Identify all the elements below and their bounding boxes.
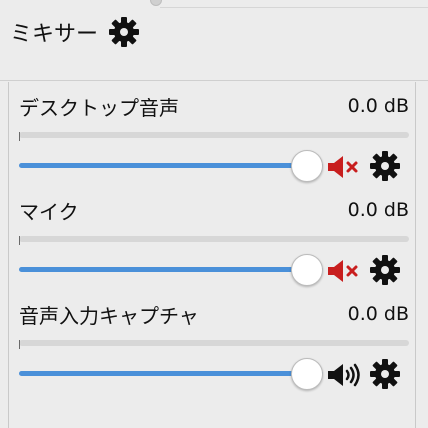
gear-icon[interactable] bbox=[369, 150, 401, 182]
channel-audio-input-capture: 音声入力キャプチャ 0.0 dB bbox=[9, 300, 417, 400]
channel-db-value: 0.0 dB bbox=[347, 303, 409, 325]
channel-mic: マイク 0.0 dB bbox=[9, 196, 417, 296]
header-divider bbox=[0, 80, 428, 81]
window-knob bbox=[150, 0, 162, 6]
speaker-muted-icon[interactable] bbox=[327, 152, 361, 182]
window-top-edge bbox=[160, 7, 428, 8]
volume-meter bbox=[19, 340, 409, 346]
channel-db-value: 0.0 dB bbox=[347, 199, 409, 221]
meter-tick bbox=[19, 236, 20, 245]
mixer-window: ミキサー デスクトップ音声 0.0 dB マイク 0.0 dB 音声入力キャプチ… bbox=[0, 0, 428, 428]
gear-icon[interactable] bbox=[369, 254, 401, 286]
gear-icon[interactable] bbox=[369, 358, 401, 390]
slider-thumb[interactable] bbox=[291, 254, 323, 286]
volume-slider[interactable] bbox=[19, 358, 323, 390]
channel-label: 音声入力キャプチャ bbox=[19, 304, 199, 328]
slider-track bbox=[19, 371, 323, 376]
channel-desktop-audio: デスクトップ音声 0.0 dB bbox=[9, 92, 417, 192]
volume-slider[interactable] bbox=[19, 254, 323, 286]
meter-tick bbox=[19, 340, 20, 349]
speaker-muted-icon[interactable] bbox=[327, 256, 361, 286]
mixer-panel: デスクトップ音声 0.0 dB マイク 0.0 dB 音声入力キャプチャ 0.0… bbox=[8, 82, 416, 428]
slider-track bbox=[19, 267, 323, 272]
volume-slider[interactable] bbox=[19, 150, 323, 182]
slider-thumb[interactable] bbox=[291, 358, 323, 390]
channel-label: デスクトップ音声 bbox=[19, 96, 179, 120]
slider-track bbox=[19, 163, 323, 168]
mixer-title: ミキサー bbox=[10, 22, 99, 47]
slider-thumb[interactable] bbox=[291, 150, 323, 182]
volume-meter bbox=[19, 236, 409, 242]
channel-db-value: 0.0 dB bbox=[347, 95, 409, 117]
gear-icon[interactable] bbox=[108, 16, 140, 48]
volume-meter bbox=[19, 132, 409, 138]
channel-label: マイク bbox=[19, 200, 79, 224]
meter-tick bbox=[19, 132, 20, 141]
speaker-icon[interactable] bbox=[327, 360, 361, 390]
mixer-header: ミキサー bbox=[10, 14, 140, 50]
